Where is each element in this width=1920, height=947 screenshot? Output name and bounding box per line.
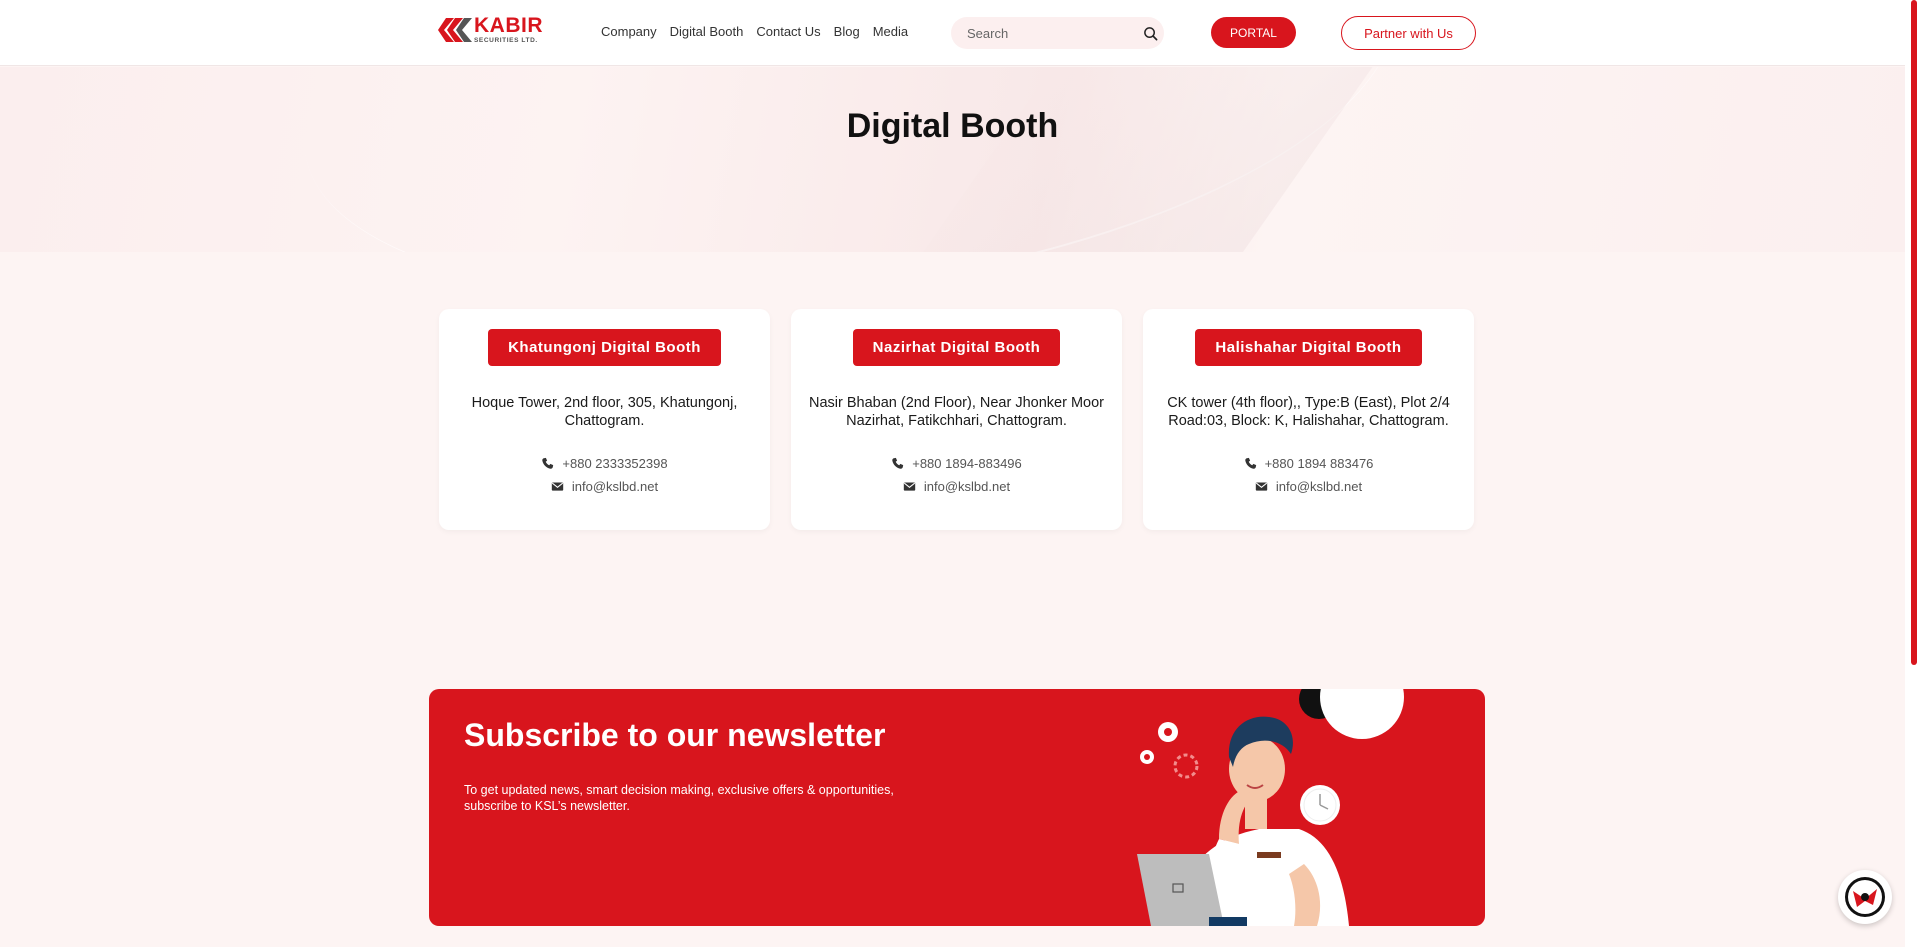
booth-phone[interactable]: +880 1894 883476 <box>1244 456 1374 471</box>
newsletter-description: To get updated news, smart decision maki… <box>464 783 894 813</box>
booth-address: Nasir Bhaban (2nd Floor), Near Jhonker M… <box>809 395 1104 429</box>
partner-with-us-button[interactable]: Partner with Us <box>1341 16 1476 50</box>
booth-email-text: info@kslbd.net <box>1275 479 1363 494</box>
booth-cards: Khatungonj Digital Booth Hoque Tower, 2n… <box>439 309 1474 530</box>
booth-phone-text: +880 1894-883496 <box>912 456 1022 471</box>
booth-email[interactable]: info@kslbd.net <box>551 479 658 494</box>
booth-phone-text: +880 1894 883476 <box>1264 456 1374 471</box>
portal-button[interactable]: PORTAL <box>1211 17 1296 48</box>
booth-phone[interactable]: +880 2333352398 <box>541 456 668 471</box>
booth-title: Khatungonj Digital Booth <box>488 329 721 366</box>
scrollbar-thumb[interactable] <box>1911 0 1917 665</box>
kabir-logo[interactable]: KABIR SECURITIES LTD. <box>438 12 553 48</box>
main-nav: Company Digital Booth Contact Us Blog Me… <box>601 24 908 39</box>
nav-blog[interactable]: Blog <box>834 24 860 39</box>
thinking-person-illustration <box>1137 689 1404 926</box>
booth-title: Nazirhat Digital Booth <box>852 329 1061 366</box>
phone-icon <box>542 457 554 469</box>
envelope-icon <box>1255 482 1268 491</box>
page-title: Digital Booth <box>846 107 1059 145</box>
site-header: KABIR SECURITIES LTD. Company Digital Bo… <box>0 0 1905 66</box>
booth-email[interactable]: info@kslbd.net <box>903 479 1010 494</box>
booth-address: CK tower (4th floor),, Type:B (East), Pl… <box>1167 395 1450 429</box>
nav-media[interactable]: Media <box>873 24 908 39</box>
logo-name: KABIR <box>474 14 543 38</box>
search-box <box>951 17 1164 49</box>
chat-icon <box>1845 877 1885 917</box>
booth-title: Halishahar Digital Booth <box>1195 329 1422 366</box>
booth-card: Khatungonj Digital Booth Hoque Tower, 2n… <box>439 309 770 530</box>
envelope-icon <box>903 482 916 491</box>
booth-address: Hoque Tower, 2nd floor, 305, Khatungonj,… <box>471 395 738 429</box>
nav-contact-us[interactable]: Contact Us <box>756 24 820 39</box>
booth-card: Nazirhat Digital Booth Nasir Bhaban (2nd… <box>791 309 1122 530</box>
booth-phone-text: +880 2333352398 <box>562 456 668 471</box>
page-hero: Digital Booth <box>0 67 1905 252</box>
booth-email-text: info@kslbd.net <box>571 479 659 494</box>
chat-widget-button[interactable] <box>1838 870 1892 924</box>
search-input[interactable] <box>967 25 1143 41</box>
newsletter-title: Subscribe to our newsletter <box>464 717 886 753</box>
logo-subtitle: SECURITIES LTD. <box>474 37 538 45</box>
booth-card: Halishahar Digital Booth CK tower (4th f… <box>1143 309 1474 530</box>
nav-digital-booth[interactable]: Digital Booth <box>670 24 744 39</box>
phone-icon <box>892 457 904 469</box>
search-icon[interactable] <box>1143 25 1158 41</box>
booth-email[interactable]: info@kslbd.net <box>1255 479 1362 494</box>
phone-icon <box>1244 457 1256 469</box>
logo-mark-icon <box>438 18 472 42</box>
newsletter-banner: Subscribe to our newsletter To get updat… <box>429 689 1485 926</box>
nav-company[interactable]: Company <box>601 24 657 39</box>
booth-phone[interactable]: +880 1894-883496 <box>891 456 1022 471</box>
booth-email-text: info@kslbd.net <box>923 479 1011 494</box>
envelope-icon <box>551 482 564 491</box>
